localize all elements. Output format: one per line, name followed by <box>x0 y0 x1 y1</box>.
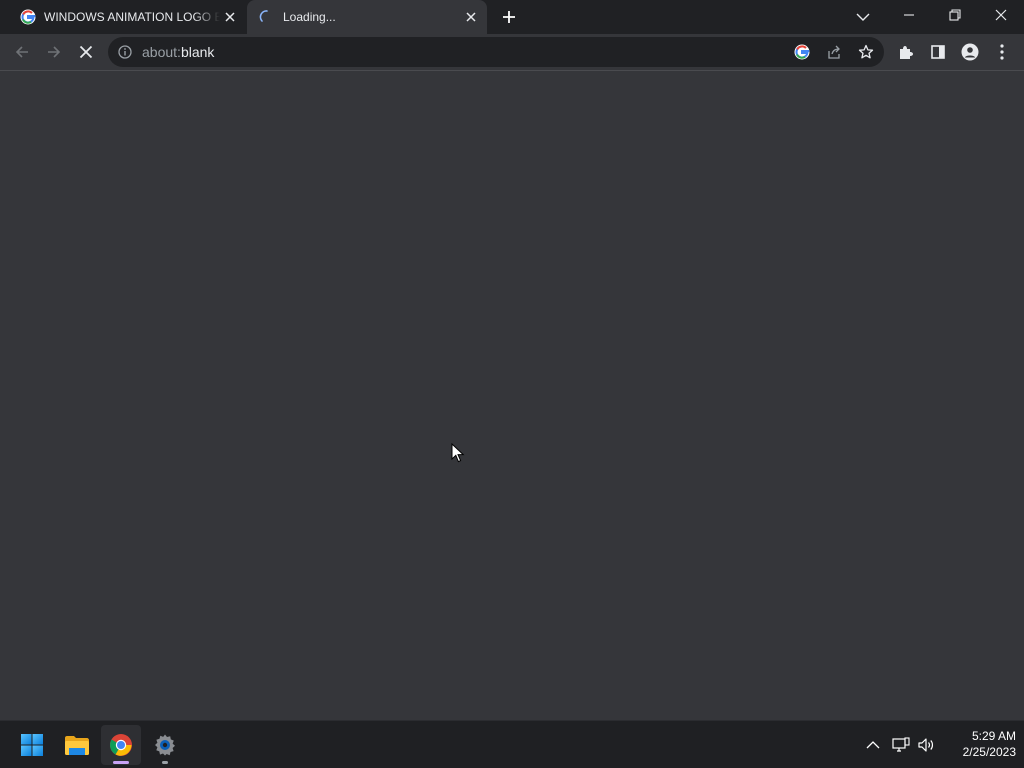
restore-button[interactable] <box>932 0 978 30</box>
tab-loading[interactable]: Loading... <box>247 0 487 34</box>
tab-search-button[interactable] <box>850 5 876 29</box>
restore-icon <box>949 9 961 21</box>
chrome-icon <box>110 734 132 756</box>
network-icon <box>892 737 910 752</box>
clock-date: 2/25/2023 <box>962 745 1016 759</box>
tab-title: Loading... <box>283 10 336 24</box>
new-tab-button[interactable] <box>497 5 521 29</box>
running-app-indicator <box>162 761 168 764</box>
minimize-icon <box>904 14 914 16</box>
settings-taskbar-button[interactable] <box>145 725 185 765</box>
side-panel-icon <box>931 45 945 59</box>
taskbar-clock[interactable]: 5:29 AM 2/25/2023 <box>940 728 1016 760</box>
share-icon[interactable] <box>824 42 844 62</box>
minimize-button[interactable] <box>886 0 932 30</box>
close-window-button[interactable] <box>978 0 1024 30</box>
google-lens-icon[interactable] <box>792 42 812 62</box>
arrow-right-icon <box>48 46 61 58</box>
taskbar: 5:29 AM 2/25/2023 <box>0 720 1024 768</box>
close-icon[interactable] <box>461 7 481 27</box>
windows-start-icon <box>21 734 43 756</box>
tab-strip: WINDOWS ANIMATION LOGO EFFECTS Loading..… <box>0 0 1024 34</box>
star-bookmark-icon[interactable] <box>856 42 876 62</box>
loading-spinner-icon <box>259 9 275 25</box>
close-icon <box>995 9 1007 21</box>
file-explorer-button[interactable] <box>57 725 97 765</box>
start-button[interactable] <box>12 725 52 765</box>
close-icon[interactable] <box>220 7 240 27</box>
tab-title: WINDOWS ANIMATION LOGO EFFECTS <box>44 10 220 24</box>
avatar-icon <box>961 43 979 61</box>
stop-loading-button[interactable] <box>72 38 100 66</box>
close-icon <box>79 45 93 59</box>
network-button[interactable] <box>890 731 912 759</box>
chevron-down-icon <box>856 13 870 21</box>
settings-icon <box>155 734 175 756</box>
extensions-button[interactable] <box>892 38 920 66</box>
address-bar[interactable]: about:blank <box>108 37 884 67</box>
google-g-icon <box>20 9 36 25</box>
puzzle-piece-icon <box>900 46 913 59</box>
clock-time: 5:29 AM <box>971 729 1016 743</box>
url-path: blank <box>180 44 215 60</box>
kebab-menu-icon <box>1000 44 1004 60</box>
url-scheme: about: <box>142 44 181 60</box>
menu-button[interactable] <box>988 38 1016 66</box>
speaker-icon <box>918 738 934 752</box>
chevron-up-icon <box>866 741 880 749</box>
browser-toolbar: about:blank <box>0 34 1024 71</box>
tab-windows-animation[interactable]: WINDOWS ANIMATION LOGO EFFECTS <box>8 0 246 34</box>
volume-button[interactable] <box>915 731 937 759</box>
profile-button[interactable] <box>956 38 984 66</box>
mouse-cursor-icon <box>451 443 465 463</box>
file-explorer-icon <box>65 736 89 755</box>
forward-button[interactable] <box>40 38 68 66</box>
back-button[interactable] <box>8 38 36 66</box>
arrow-left-icon <box>15 46 28 58</box>
url-text[interactable]: about:blank <box>142 44 214 60</box>
page-content-area <box>0 71 1024 720</box>
info-icon[interactable] <box>117 44 133 60</box>
active-app-indicator <box>113 761 129 764</box>
show-hidden-icons-button[interactable] <box>862 731 884 759</box>
chrome-taskbar-button[interactable] <box>101 725 141 765</box>
side-panel-button[interactable] <box>924 38 952 66</box>
plus-icon <box>503 11 515 23</box>
